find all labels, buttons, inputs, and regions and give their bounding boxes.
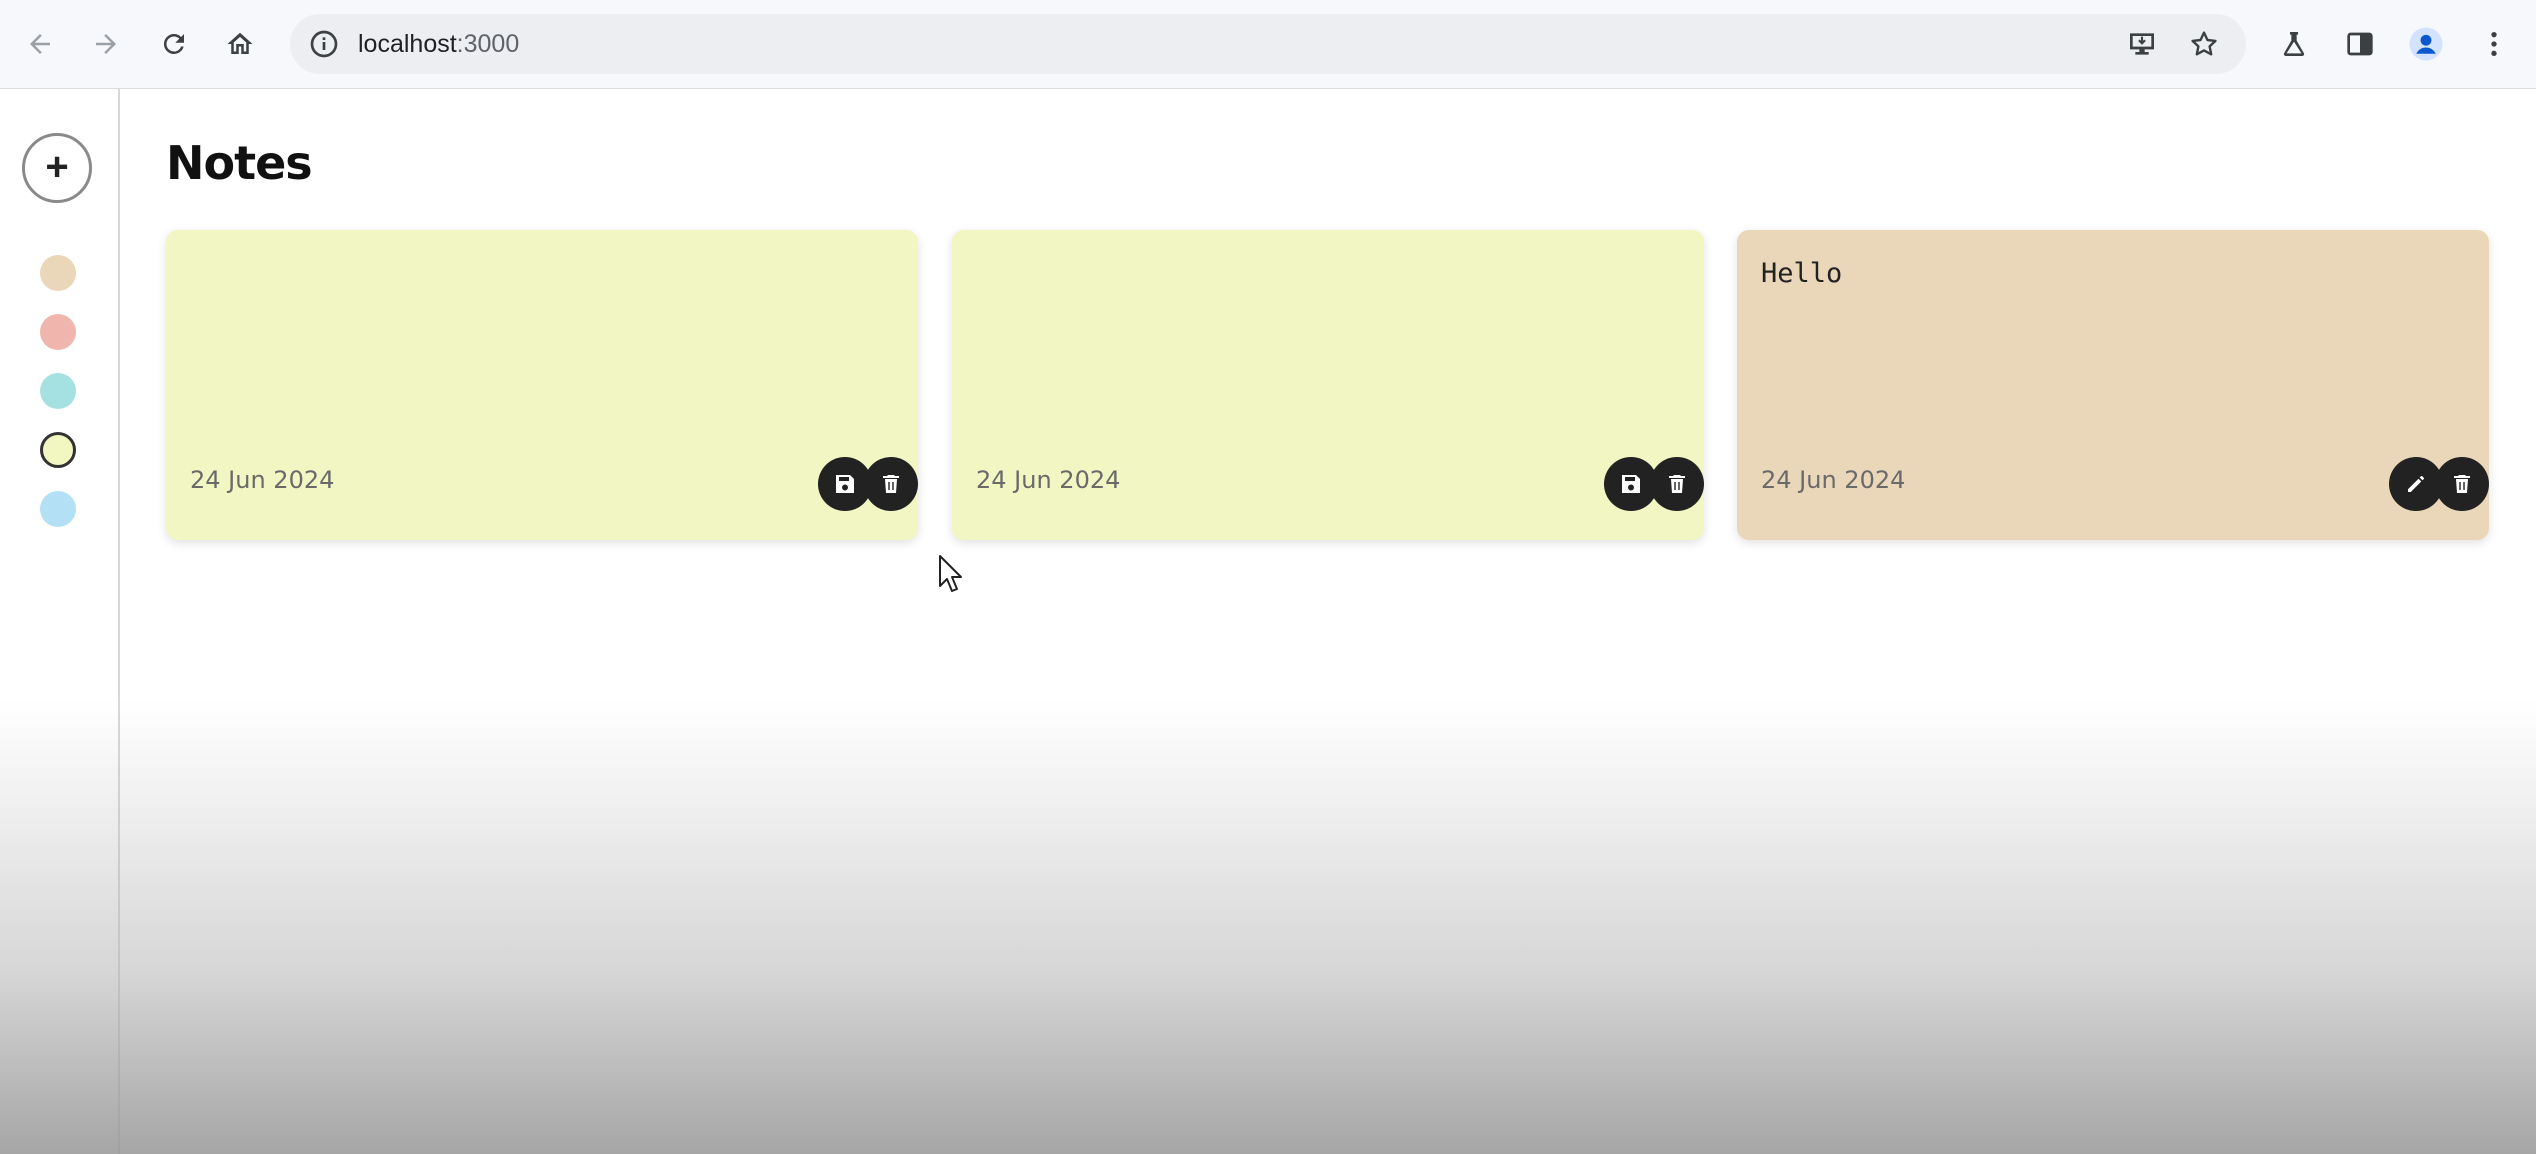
save-icon: [836, 475, 854, 493]
note-text-input[interactable]: [976, 258, 1676, 438]
pencil-icon: [2408, 476, 2424, 492]
url-host: localhost: [358, 30, 457, 58]
delete-note-button[interactable]: [864, 457, 918, 511]
home-icon: [227, 32, 253, 54]
note-text: Hello: [1761, 258, 1843, 289]
plus-icon: +: [45, 144, 69, 189]
forward-button[interactable]: [84, 22, 128, 66]
back-button[interactable]: [18, 22, 62, 66]
color-swatch-pink[interactable]: [40, 314, 76, 350]
bookmark-button[interactable]: [2186, 26, 2222, 62]
install-app-button[interactable]: [2124, 26, 2160, 62]
reload-button[interactable]: [152, 22, 196, 66]
add-note-button[interactable]: +: [22, 133, 92, 203]
notes-main: Notes 24 Jun 2024 24 Jun 2024 Hello 24 J…: [120, 89, 2536, 1154]
home-button[interactable]: [218, 22, 262, 66]
kebab-menu-icon: [2491, 32, 2497, 56]
mouse-cursor-icon: [939, 555, 962, 592]
note-card: 24 Jun 2024: [952, 230, 1704, 540]
star-icon: [2191, 31, 2217, 56]
note-date: 24 Jun 2024: [976, 466, 1121, 494]
side-panel-button[interactable]: [2338, 22, 2382, 66]
arrow-left-icon: [30, 34, 50, 54]
info-icon[interactable]: [308, 28, 340, 60]
side-panel-icon: [2347, 32, 2373, 56]
sidebar: +: [0, 89, 120, 1154]
url-text[interactable]: localhost:3000: [358, 29, 519, 59]
arrow-right-icon: [96, 34, 116, 54]
save-icon: [1622, 475, 1640, 493]
color-swatch-beige[interactable]: [40, 255, 76, 291]
trash-icon: [2454, 475, 2470, 493]
note-text-input[interactable]: [190, 258, 890, 438]
install-app-icon: [2130, 33, 2154, 55]
note-card: 24 Jun 2024: [166, 230, 918, 540]
labs-button[interactable]: [2272, 22, 2316, 66]
color-swatch-teal[interactable]: [40, 373, 76, 409]
note-date: 24 Jun 2024: [190, 466, 335, 494]
url-port: :3000: [456, 30, 520, 58]
trash-icon: [883, 475, 899, 493]
note-date: 24 Jun 2024: [1761, 466, 1906, 494]
reload-icon: [163, 33, 184, 54]
flask-icon: [2283, 32, 2305, 56]
color-swatch-yellow[interactable]: [40, 432, 76, 468]
note-card: Hello 24 Jun 2024: [1737, 230, 2489, 540]
browser-toolbar: localhost:3000: [0, 0, 2536, 89]
profile-icon: [2409, 27, 2443, 61]
trash-icon: [1669, 475, 1685, 493]
delete-note-button[interactable]: [2435, 457, 2489, 511]
color-swatch-blue[interactable]: [40, 491, 76, 527]
browser-menu-button[interactable]: [2472, 22, 2516, 66]
address-bar[interactable]: localhost:3000: [290, 14, 2246, 74]
delete-note-button[interactable]: [1650, 457, 1704, 511]
profile-button[interactable]: [2404, 22, 2448, 66]
page-title: Notes: [166, 136, 313, 190]
